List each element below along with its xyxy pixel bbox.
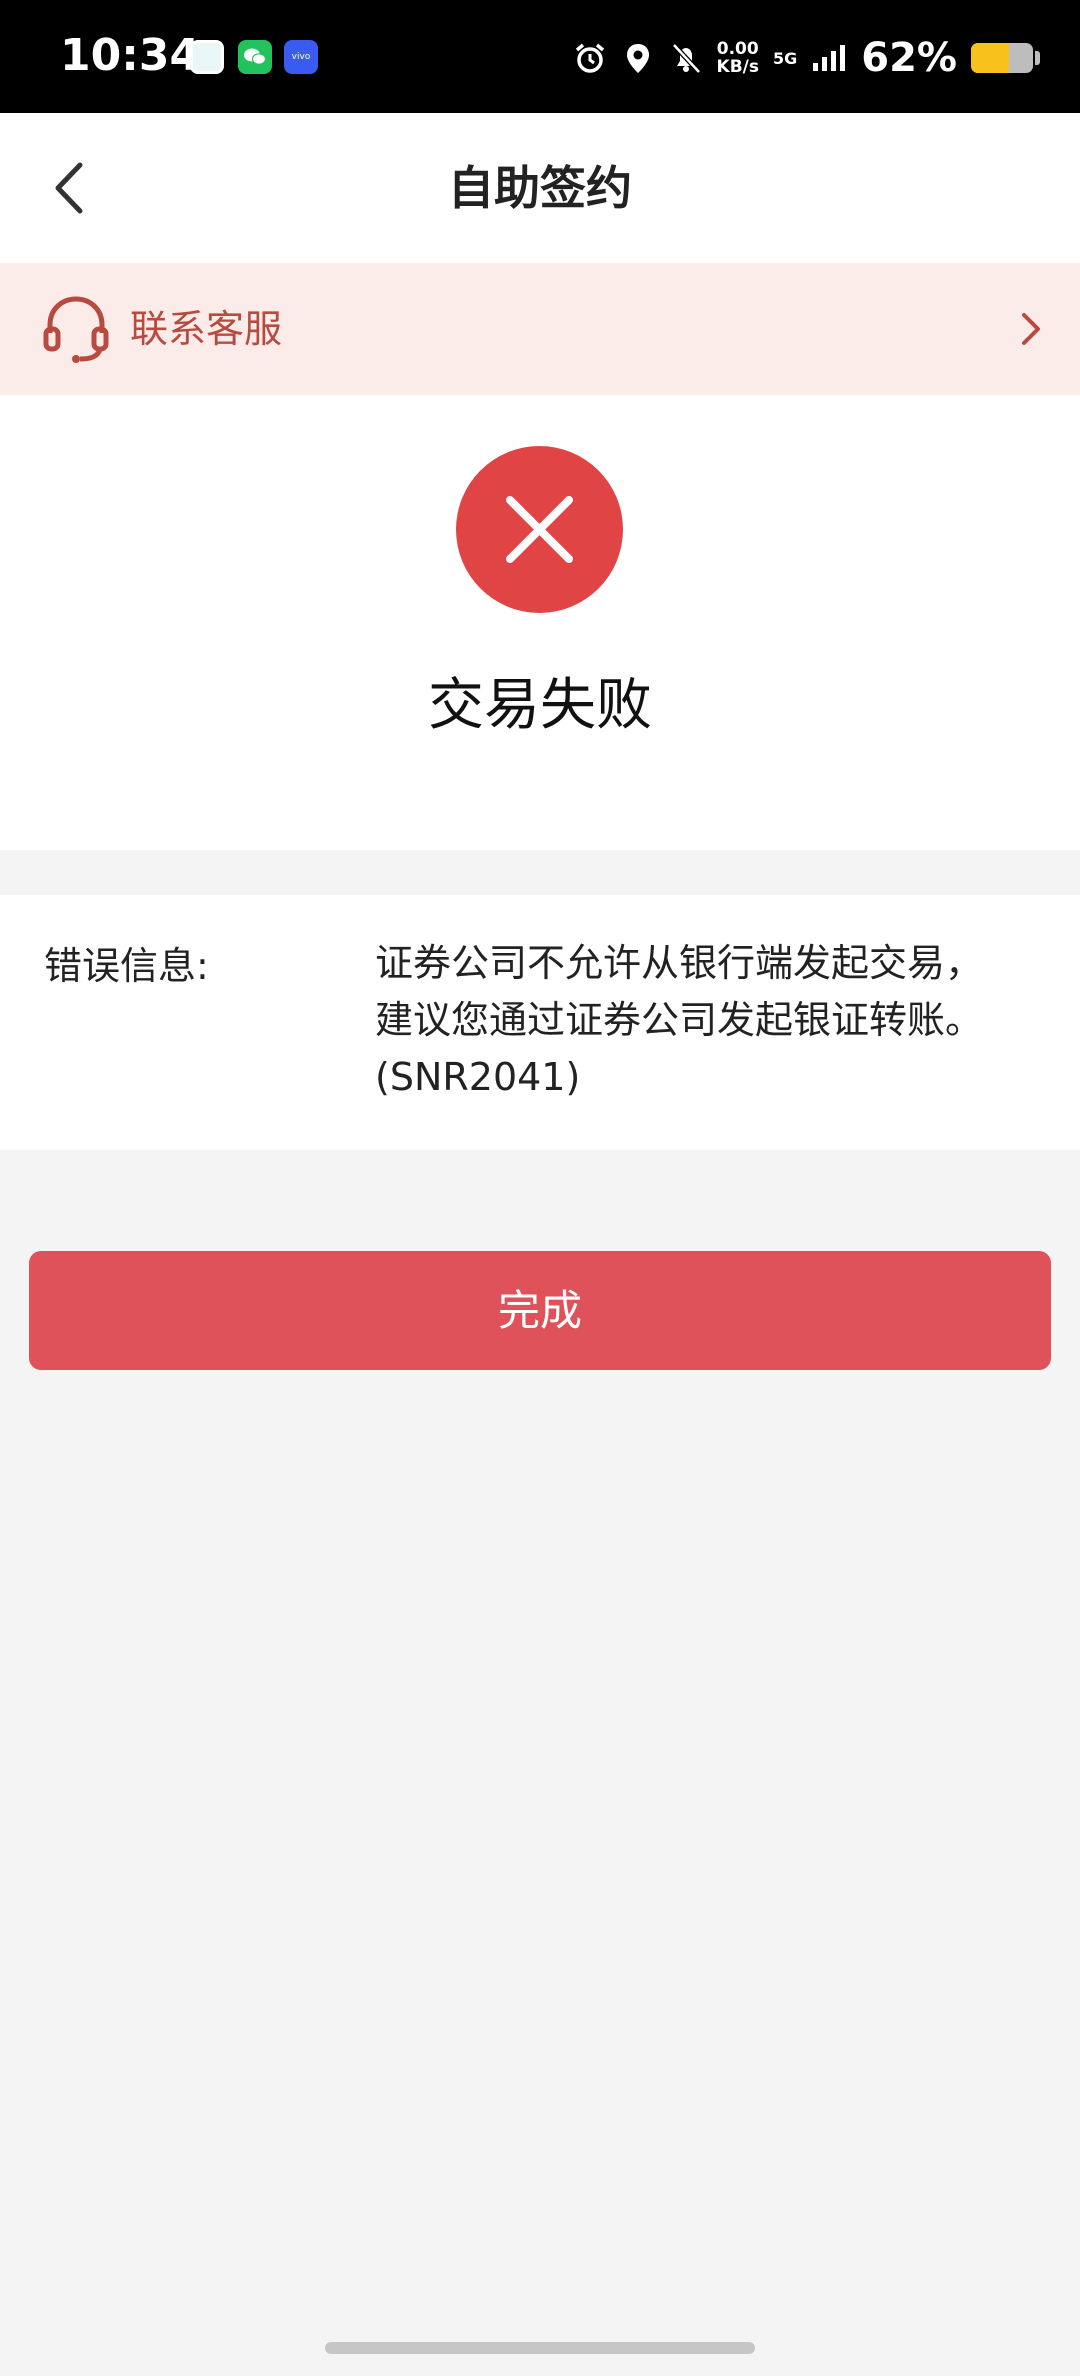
error-info-card: 错误信息: 证券公司不允许从银行端发起交易， 建议您通过证券公司发起银证转账。 … [0, 895, 1080, 1150]
net-speed-unit: KB/s [716, 57, 759, 77]
done-button[interactable]: 完成 [29, 1251, 1051, 1370]
fail-status [456, 446, 623, 613]
contact-service-bar[interactable]: 联系客服 [0, 263, 1080, 395]
vivo-icon: vivo [284, 40, 318, 74]
status-bar: 10:34 vivo 0.00 KB/s 5G 62% [0, 0, 1080, 113]
alarm-icon [575, 43, 604, 73]
close-icon [506, 496, 573, 563]
battery-tip [1035, 51, 1040, 65]
net-speed: 0.00 KB/s [717, 40, 759, 76]
nav-bar: 自助签约 [0, 113, 1080, 263]
home-indicator[interactable] [325, 2342, 755, 2354]
error-message: 证券公司不允许从银行端发起交易， 建议您通过证券公司发起银证转账。 (SNR20… [375, 941, 984, 1099]
result-card: 交易失败 [0, 395, 1080, 850]
net-speed-value: 0.00 [716, 39, 759, 59]
battery-percent: 62% [861, 35, 957, 81]
error-label: 错误信息: [44, 944, 209, 988]
status-time: 10:34 [60, 30, 201, 81]
location-icon [626, 44, 649, 73]
signal-icon [813, 45, 846, 71]
page-title: 自助签约 [448, 161, 632, 215]
headset-icon [43, 296, 109, 363]
gallery-icon [190, 40, 224, 74]
network-type: 5G [772, 48, 798, 68]
wechat-icon [238, 40, 272, 74]
result-title: 交易失败 [428, 673, 652, 738]
battery-icon [971, 43, 1033, 73]
mute-bell-icon [671, 43, 701, 74]
contact-service-label: 联系客服 [130, 307, 283, 351]
chevron-right-icon [1022, 313, 1040, 345]
